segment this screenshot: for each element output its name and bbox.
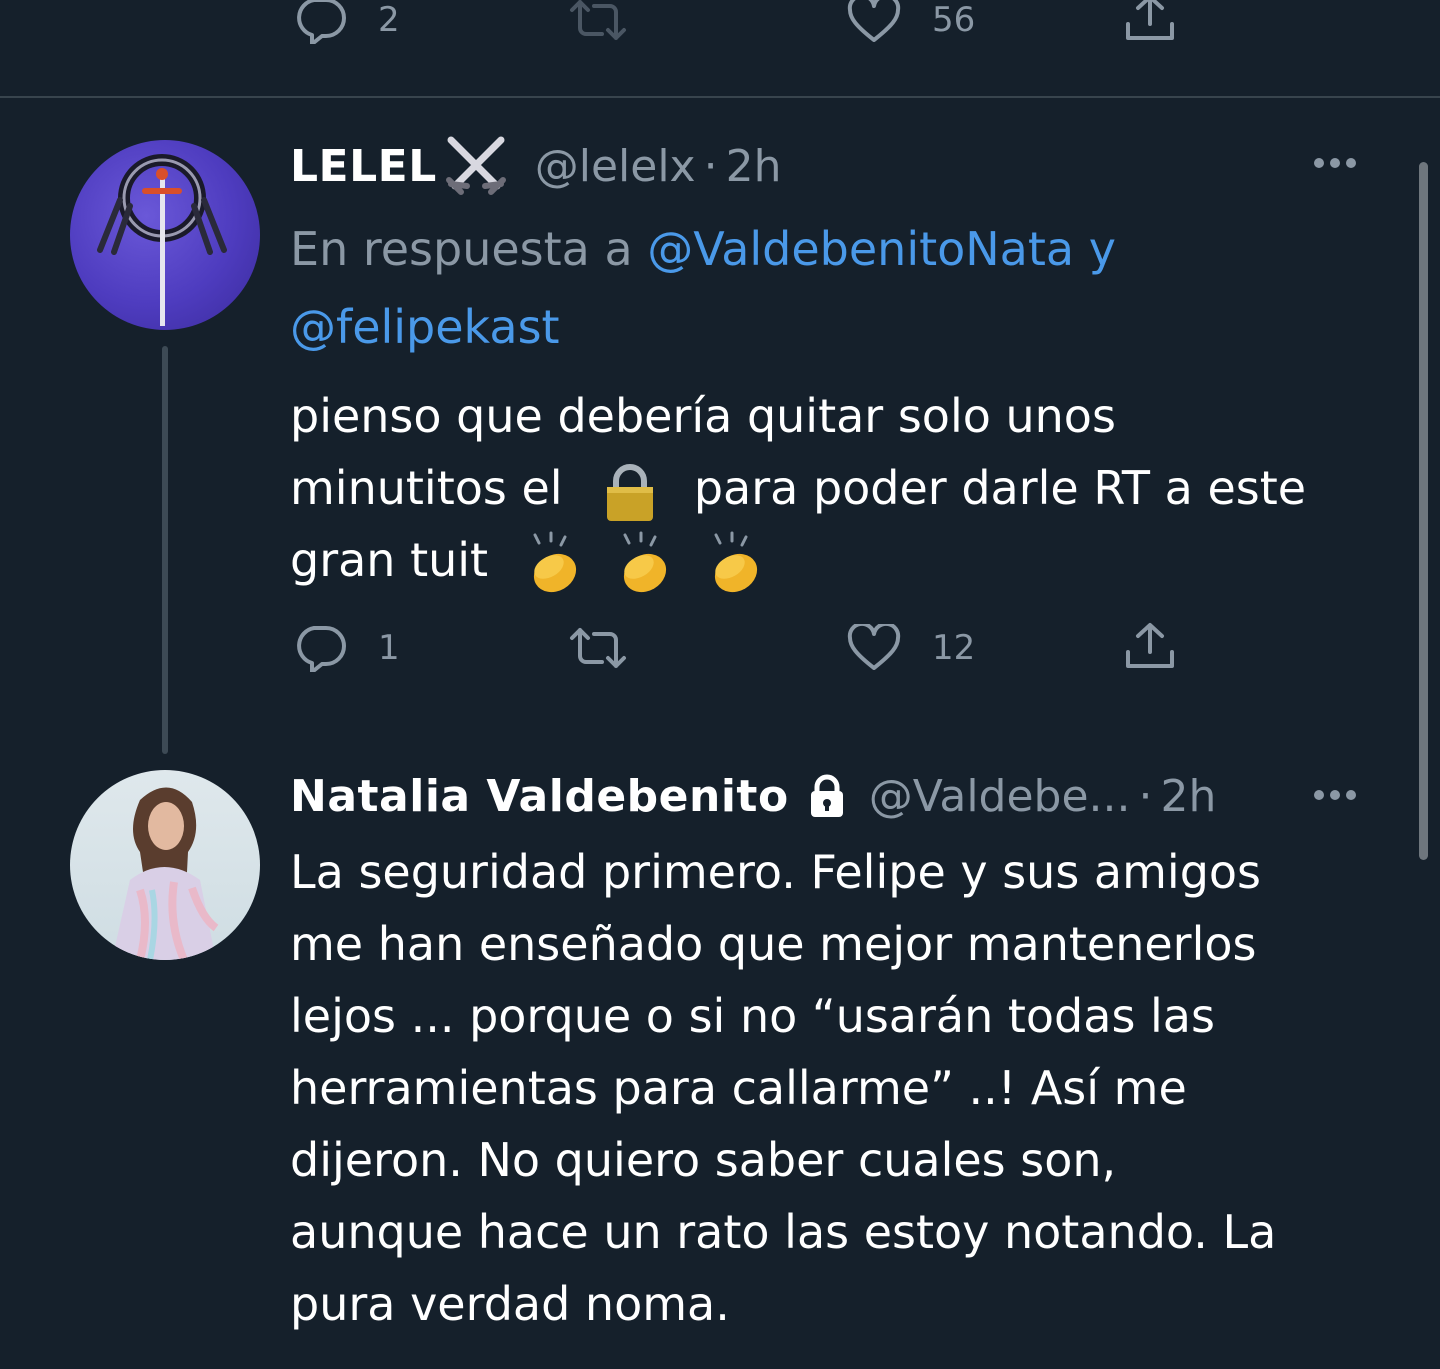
share-icon xyxy=(1126,0,1174,40)
retweet-icon xyxy=(570,0,626,40)
tweet-text-line: minutitos el para poder darle RT a este xyxy=(290,452,1306,524)
reply-prefix: En respuesta a xyxy=(290,222,633,276)
like-action[interactable]: 12 xyxy=(846,624,975,672)
heart-icon xyxy=(847,0,901,42)
timestamp[interactable]: 2h xyxy=(726,141,782,192)
mention-link[interactable]: @ValdebenitoNata xyxy=(647,222,1074,276)
tweet-text-line: gran tuit xyxy=(290,524,1306,599)
tweet-text-line: aunque hace un rato las estoy notando. L… xyxy=(290,1205,1277,1259)
tweet-text-segment: para poder darle RT a este xyxy=(693,461,1307,515)
lock-emoji-icon xyxy=(607,463,654,521)
like-count: 12 xyxy=(932,628,976,668)
mention-link[interactable]: @felipekast xyxy=(290,300,560,354)
like-action[interactable]: 56 xyxy=(846,0,975,44)
user-handle[interactable]: @Valdebe... xyxy=(869,771,1131,822)
tweet-text-line: pienso que debería quitar solo unos xyxy=(290,389,1116,443)
tweet-header: LELEL @lelelx · 2h xyxy=(290,136,781,196)
separator: · xyxy=(703,140,718,192)
reply-icon xyxy=(297,626,346,672)
profile-photo-icon xyxy=(112,787,219,960)
tweet-divider xyxy=(0,96,1440,98)
avatar[interactable] xyxy=(70,140,260,330)
lock-icon xyxy=(810,774,843,817)
retweet-action[interactable] xyxy=(566,0,630,44)
tweet-text: pienso que debería quitar solo unos minu… xyxy=(290,380,1306,599)
scrollbar[interactable] xyxy=(1419,162,1428,860)
tweet-text-line: pura verdad noma. xyxy=(290,1277,730,1331)
share-action[interactable] xyxy=(1124,622,1176,672)
reply-action[interactable]: 2 xyxy=(292,0,400,44)
reply-action[interactable]: 1 xyxy=(292,624,400,672)
tweet-text-line: me han enseñado que mejor mantenerlos xyxy=(290,917,1257,971)
reply-count: 2 xyxy=(378,0,400,40)
user-handle[interactable]: @lelelx xyxy=(535,141,696,192)
clapping-hands-emoji-icon xyxy=(533,531,576,592)
tweet-text: La seguridad primero. Felipe y sus amigo… xyxy=(290,836,1276,1340)
tweet-text-line: La seguridad primero. Felipe y sus amigo… xyxy=(290,845,1262,899)
more-options-icon[interactable] xyxy=(1314,158,1356,168)
reply-context: En respuesta a @ValdebenitoNata y @felip… xyxy=(290,210,1290,366)
sword-emblem-icon xyxy=(97,154,227,326)
share-action[interactable] xyxy=(1124,0,1176,44)
separator: · xyxy=(1138,770,1153,822)
heart-icon xyxy=(847,624,901,670)
tweet-text-line: herramientas para callarme” ..! Así me xyxy=(290,1061,1187,1115)
avatar[interactable] xyxy=(70,770,260,960)
tweet-text-segment: minutitos el xyxy=(290,461,563,515)
clapping-hands-emoji-icon xyxy=(623,531,667,592)
display-name[interactable]: LELEL xyxy=(290,141,437,192)
thread-connector xyxy=(162,346,168,754)
retweet-action[interactable] xyxy=(566,624,630,672)
display-name[interactable]: Natalia Valdebenito xyxy=(290,771,789,822)
share-icon xyxy=(1126,623,1174,668)
crossed-swords-icon xyxy=(445,136,506,195)
retweet-icon xyxy=(570,628,626,668)
like-count: 56 xyxy=(932,0,976,40)
mention-conjunction: y xyxy=(1088,222,1116,276)
reply-count: 1 xyxy=(378,628,400,668)
tweet-text-line: dijeron. No quiero saber cuales son, xyxy=(290,1133,1117,1187)
tweet-text-line: lejos ... porque o si no “usarán todas l… xyxy=(290,989,1215,1043)
timestamp[interactable]: 2h xyxy=(1161,771,1217,822)
clapping-hands-emoji-icon xyxy=(714,531,758,592)
more-options-icon[interactable] xyxy=(1314,790,1356,800)
reply-icon xyxy=(297,0,346,44)
tweet-text-segment: gran tuit xyxy=(290,533,489,587)
tweet-header: Natalia Valdebenito @Valdebe... · 2h xyxy=(290,766,1216,826)
